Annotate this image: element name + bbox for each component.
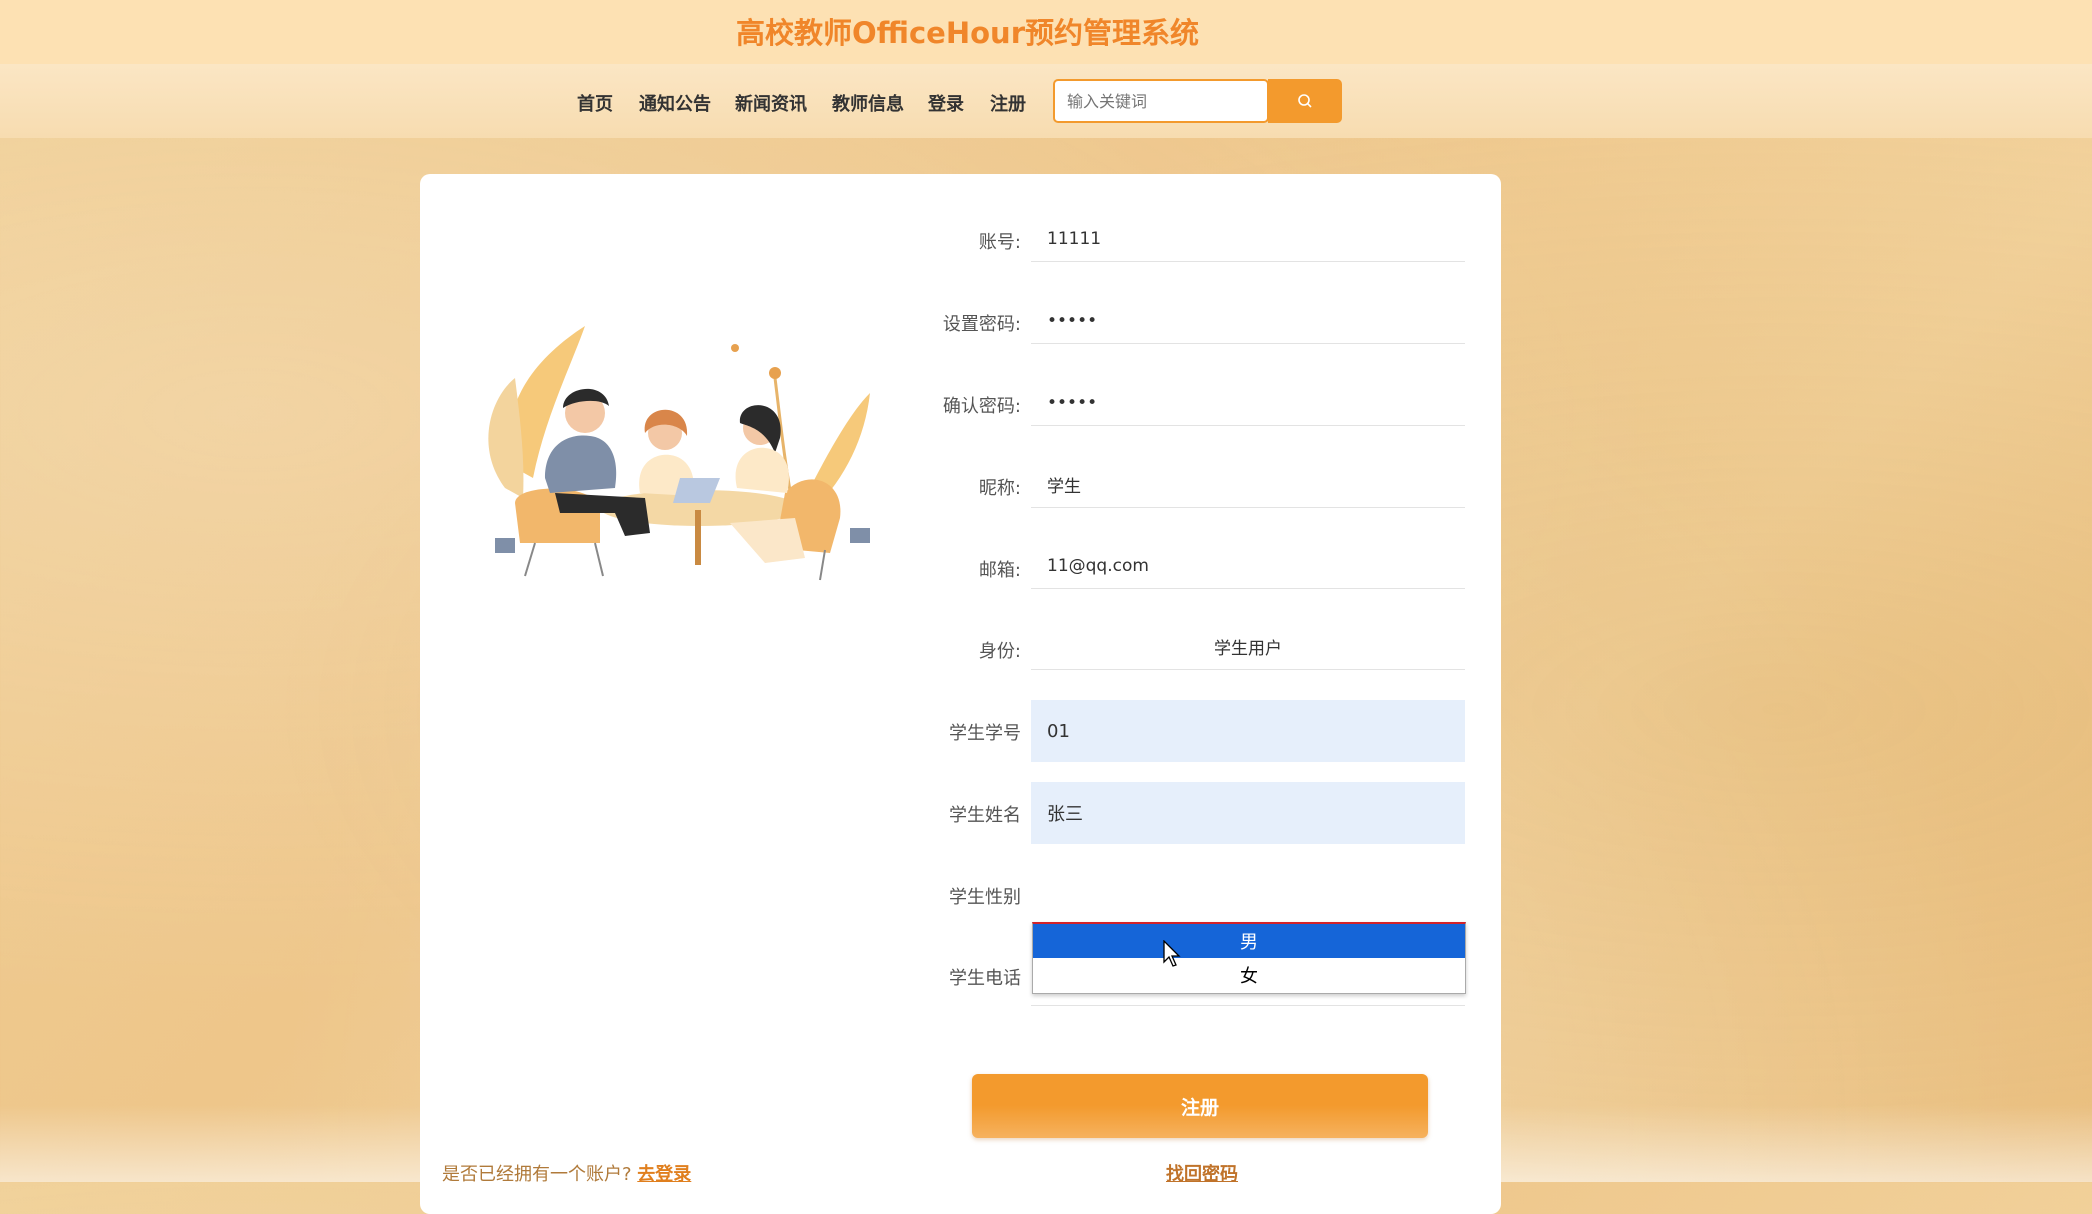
nav-teachers[interactable]: 教师信息 <box>832 90 904 116</box>
password-input[interactable]: ••••• <box>1031 298 1465 344</box>
gender-option-male[interactable]: 男 <box>1033 924 1465 958</box>
search-icon <box>1298 94 1312 108</box>
nav-news[interactable]: 新闻资讯 <box>735 90 807 116</box>
nav-bar <box>0 64 2092 138</box>
nav-notices[interactable]: 通知公告 <box>639 90 711 116</box>
nav-register[interactable]: 注册 <box>990 90 1026 116</box>
confirm-password-input[interactable]: ••••• <box>1031 380 1465 426</box>
student-no-label: 学生学号 <box>949 723 1021 744</box>
people-meeting-illustration <box>488 326 870 581</box>
student-no-input[interactable]: 01 <box>1031 700 1465 762</box>
top-banner: 高校教师OfficeHour预约管理系统 <box>0 0 2092 64</box>
nickname-label: 昵称: <box>978 478 1021 499</box>
password-label: 设置密码: <box>942 314 1021 335</box>
gender-option-female[interactable]: 女 <box>1033 958 1465 992</box>
account-input[interactable]: 11111 <box>1031 216 1465 262</box>
register-submit-button[interactable]: 注册 <box>972 1074 1428 1138</box>
account-label: 账号: <box>978 232 1021 253</box>
nav-login[interactable]: 登录 <box>928 90 964 116</box>
site-title: 高校教师OfficeHour预约管理系统 <box>736 16 1199 50</box>
search-button[interactable] <box>1268 79 1342 123</box>
phone-label: 学生电话 <box>949 968 1021 989</box>
nav-home[interactable]: 首页 <box>577 90 613 116</box>
email-input[interactable]: 11@qq.com <box>1031 543 1465 589</box>
gender-label: 学生性别 <box>949 887 1021 908</box>
confirm-password-label: 确认密码: <box>942 396 1021 417</box>
email-label: 邮箱: <box>978 560 1021 581</box>
search-input[interactable] <box>1053 79 1269 123</box>
student-name-label: 学生姓名 <box>949 805 1021 826</box>
has-account-prompt: 是否已经拥有一个账户? 去登录 <box>442 1160 691 1186</box>
role-select[interactable]: 学生用户 <box>1031 624 1465 670</box>
mouse-cursor-icon <box>1163 940 1181 967</box>
role-label: 身份: <box>978 641 1021 662</box>
forgot-password-link[interactable]: 找回密码 <box>1166 1160 1238 1186</box>
student-name-input[interactable]: 张三 <box>1031 782 1465 844</box>
nickname-input[interactable]: 学生 <box>1031 462 1465 508</box>
gender-dropdown[interactable]: 男 女 <box>1032 922 1466 994</box>
